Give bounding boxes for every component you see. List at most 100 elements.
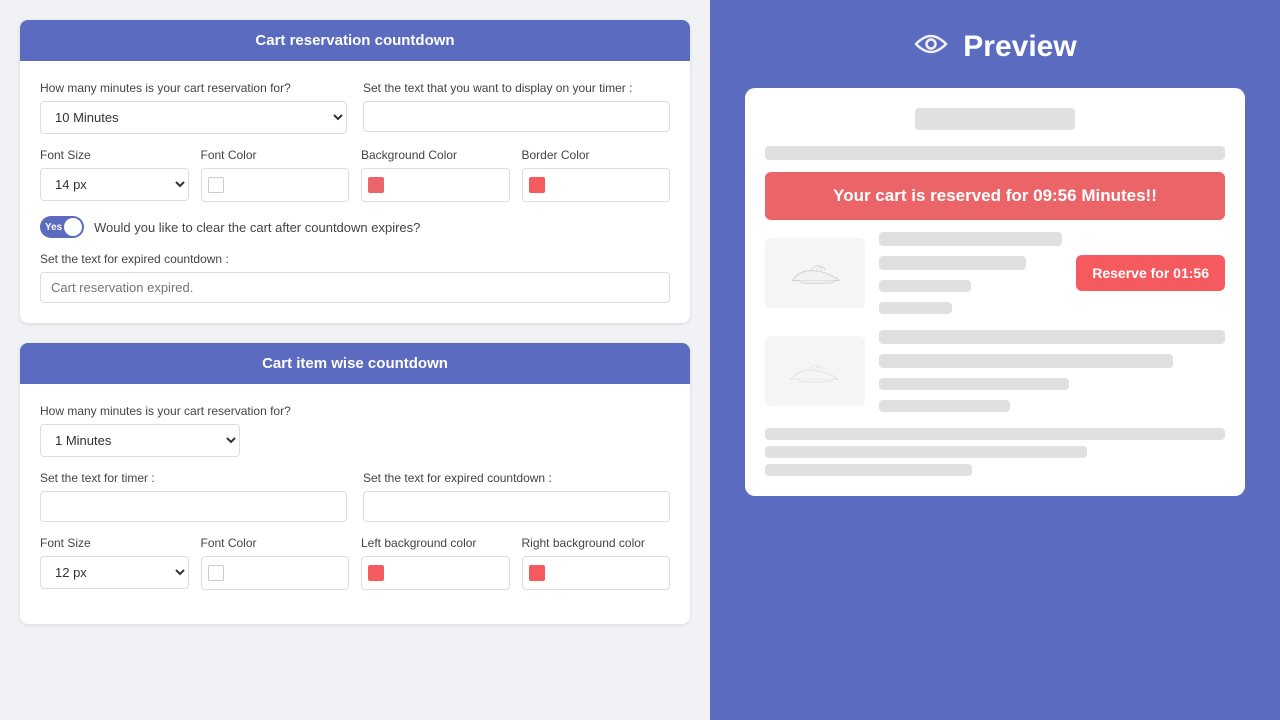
item-font-color-input[interactable]: #ffffff	[230, 559, 349, 588]
timer-text-input[interactable]: Your cart is reserved for {{time_remaini…	[363, 101, 670, 132]
item-font-color-group: Font Color #ffffff	[201, 536, 350, 590]
expired-text-group: Set the text for expired countdown :	[40, 252, 670, 303]
border-color-input[interactable]: #f55a5f	[551, 171, 670, 200]
preview-card: Your cart is reserved for 09:56 Minutes!…	[745, 88, 1245, 496]
sk-bottom-1	[765, 428, 1225, 440]
bg-color-label: Background Color	[361, 148, 510, 162]
bg-color-input[interactable]: #eb6568	[390, 171, 509, 200]
item-right-bg-input[interactable]: #f55a5f	[551, 559, 670, 588]
item-font-size-group: Font Size 12 px	[40, 536, 189, 590]
border-color-swatch	[523, 169, 551, 201]
bg-color-swatch	[362, 169, 390, 201]
sk-bottom-2	[765, 446, 1087, 458]
item-right-bg-group: Right background color #f55a5f	[522, 536, 671, 590]
product-image-1	[765, 238, 865, 308]
toggle-yes-label: Yes	[45, 222, 62, 233]
timer-expired-row: Set the text for timer : Reserve for {{t…	[40, 471, 670, 522]
item-minutes-group: How many minutes is your cart reservatio…	[40, 404, 670, 457]
bg-color-wrapper: #eb6568	[361, 168, 510, 202]
item-timer-text-input[interactable]: Reserve for {{time_remaining}}	[40, 491, 347, 522]
font-color-wrapper: #ffffff	[201, 168, 350, 202]
timer-banner: Your cart is reserved for 09:56 Minutes!…	[765, 172, 1225, 220]
item-left-bg-wrapper: #f55a5f	[361, 556, 510, 590]
border-color-group: Border Color #f55a5f	[522, 148, 671, 202]
sk-p2-2	[879, 354, 1173, 368]
item-right-bg-swatch	[523, 557, 551, 589]
preview-title: Preview	[913, 30, 1076, 64]
item-right-bg-wrapper: #f55a5f	[522, 556, 671, 590]
product-rows: Reserve for 01:56	[765, 232, 1225, 412]
sk-p2-1	[879, 330, 1225, 344]
timer-text-label: Set the text that you want to display on…	[363, 81, 670, 95]
cart-reservation-title: Cart reservation countdown	[255, 32, 454, 49]
sk-p2-4	[879, 400, 1010, 412]
timer-text: Your cart is reserved for 09:56 Minutes!…	[833, 186, 1157, 205]
product-image-2	[765, 336, 865, 406]
expired-text-input[interactable]	[40, 272, 670, 303]
skeleton-full-1	[765, 146, 1225, 160]
product-details-1	[879, 232, 1062, 314]
item-right-bg-label: Right background color	[522, 536, 671, 550]
sk-p1-3	[879, 280, 971, 292]
font-size-group: Font Size 14 px	[40, 148, 189, 202]
item-left-bg-input[interactable]: #f55a5f	[390, 559, 509, 588]
skeleton-top	[915, 108, 1075, 130]
item-font-color-swatch	[202, 557, 230, 589]
cart-item-card: Cart item wise countdown How many minute…	[20, 343, 690, 624]
item-left-bg-group: Left background color #f55a5f	[361, 536, 510, 590]
font-color-label: Font Color	[201, 148, 350, 162]
item-minutes-select[interactable]: 1 Minutes	[40, 424, 240, 457]
product-row-1: Reserve for 01:56	[765, 232, 1225, 314]
minutes-group: How many minutes is your cart reservatio…	[40, 81, 347, 134]
cart-item-header: Cart item wise countdown	[20, 343, 690, 384]
reserve-button-1[interactable]: Reserve for 01:56	[1076, 255, 1225, 291]
cart-reservation-card: Cart reservation countdown How many minu…	[20, 20, 690, 323]
item-left-bg-swatch	[362, 557, 390, 589]
preview-label: Preview	[963, 30, 1076, 64]
item-expired-text-input[interactable]: Checkout now to avoid losing your deal	[363, 491, 670, 522]
bottom-skeletons	[765, 428, 1225, 476]
minutes-timer-row: How many minutes is your cart reservatio…	[40, 81, 670, 134]
item-font-size-label: Font Size	[40, 536, 189, 550]
cart-reservation-body: How many minutes is your cart reservatio…	[20, 61, 690, 323]
font-color-input[interactable]: #ffffff	[230, 171, 349, 200]
font-size-label: Font Size	[40, 148, 189, 162]
item-timer-text-group: Set the text for timer : Reserve for {{t…	[40, 471, 347, 522]
cart-item-body: How many minutes is your cart reservatio…	[20, 384, 690, 624]
left-panel: Cart reservation countdown How many minu…	[0, 0, 710, 720]
toggle-row: Yes Would you like to clear the cart aft…	[40, 216, 670, 238]
item-font-color-label: Font Color	[201, 536, 350, 550]
minutes-label: How many minutes is your cart reservatio…	[40, 81, 347, 95]
eye-icon	[913, 31, 949, 63]
item-expired-text-group: Set the text for expired countdown : Che…	[363, 471, 670, 522]
sk-p2-3	[879, 378, 1069, 390]
font-row-1: Font Size 14 px Font Color #ffffff	[40, 148, 670, 202]
sk-p1-1	[879, 232, 1062, 246]
border-color-label: Border Color	[522, 148, 671, 162]
sk-bottom-3	[765, 464, 972, 476]
font-color-group: Font Color #ffffff	[201, 148, 350, 202]
product-details-2	[879, 330, 1225, 412]
border-color-wrapper: #f55a5f	[522, 168, 671, 202]
toggle-thumb	[64, 218, 82, 236]
item-font-row: Font Size 12 px Font Color #ffffff	[40, 536, 670, 590]
cart-item-title: Cart item wise countdown	[262, 355, 448, 372]
font-size-select[interactable]: 14 px	[40, 168, 189, 201]
expired-text-label: Set the text for expired countdown :	[40, 252, 670, 266]
clear-cart-toggle[interactable]: Yes	[40, 216, 84, 238]
right-panel: Preview Your cart is reserved for 09:56 …	[710, 0, 1280, 720]
toggle-question: Would you like to clear the cart after c…	[94, 220, 420, 235]
timer-text-group: Set the text that you want to display on…	[363, 81, 670, 132]
sk-p1-4	[879, 302, 952, 314]
item-font-color-wrapper: #ffffff	[201, 556, 350, 590]
item-timer-text-label: Set the text for timer :	[40, 471, 347, 485]
bg-color-group: Background Color #eb6568	[361, 148, 510, 202]
minutes-select[interactable]: 10 Minutes	[40, 101, 347, 134]
item-left-bg-label: Left background color	[361, 536, 510, 550]
item-minutes-label: How many minutes is your cart reservatio…	[40, 404, 670, 418]
font-color-swatch	[202, 169, 230, 201]
product-row-2	[765, 330, 1225, 412]
sk-p1-2	[879, 256, 1026, 270]
item-font-size-select[interactable]: 12 px	[40, 556, 189, 589]
item-expired-text-label: Set the text for expired countdown :	[363, 471, 670, 485]
